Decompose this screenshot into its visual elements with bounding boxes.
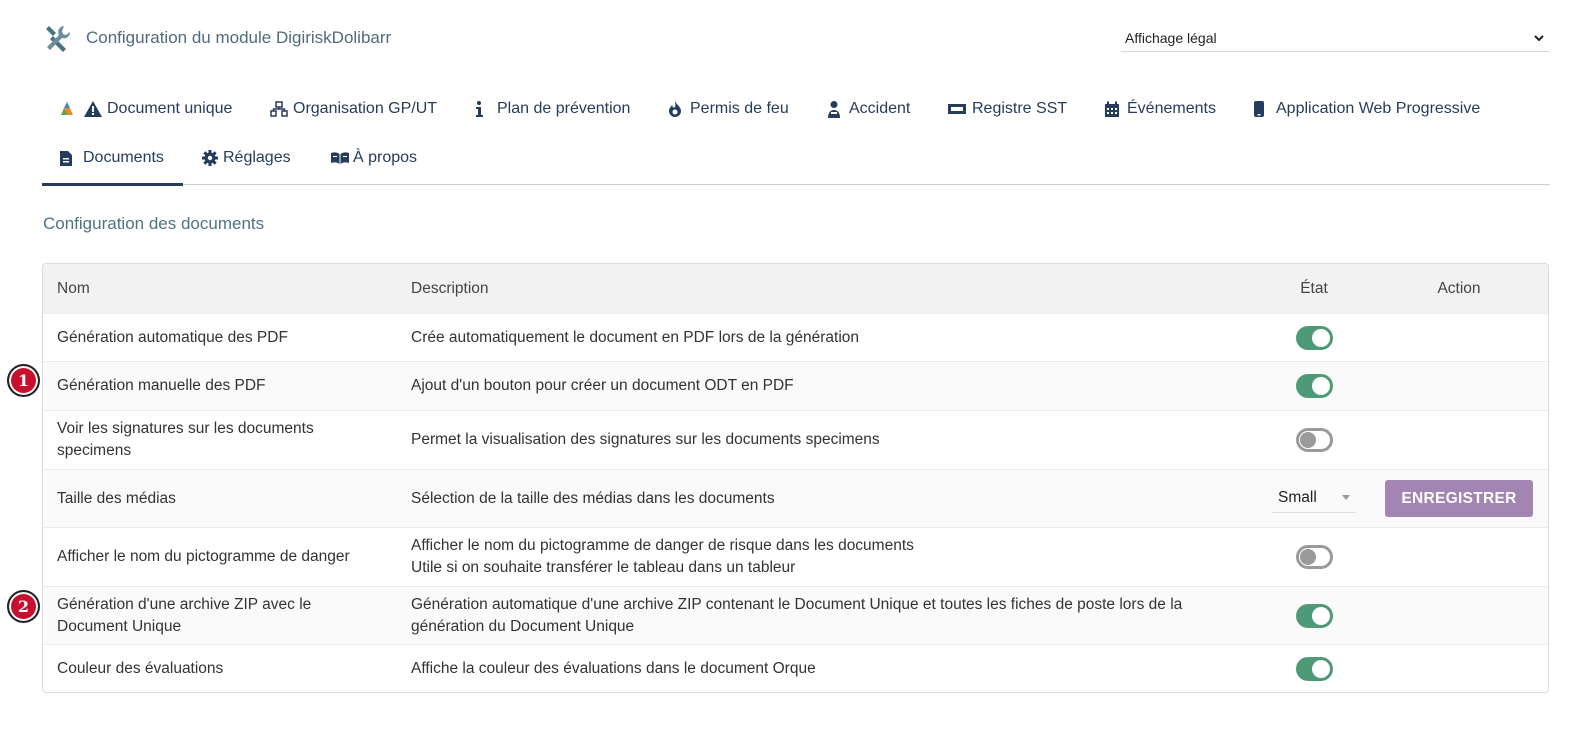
- tab-organisation[interactable]: Organisation GP/UT: [270, 95, 437, 123]
- annotation-marker-1: 1: [7, 364, 40, 397]
- row-description: Affiche la couleur des évaluations dans …: [411, 660, 816, 677]
- tab-label: Réglages: [223, 149, 291, 166]
- row-description-line2: Utile si on souhaite transférer le table…: [411, 559, 796, 576]
- row-state: [1278, 411, 1350, 469]
- tab-label: Document unique: [107, 100, 233, 117]
- tab-evenements[interactable]: Événements: [1104, 95, 1216, 123]
- calendar-icon: [1105, 101, 1119, 117]
- toggle-manual-pdf[interactable]: [1295, 374, 1333, 398]
- media-size-select[interactable]: Small: [1272, 483, 1356, 513]
- documents-config-table: Nom Description État Action Génération a…: [42, 263, 1549, 693]
- tab-reglages[interactable]: Réglages: [202, 144, 291, 172]
- book-icon: [331, 152, 349, 164]
- display-mode-value: Affichage légal: [1125, 29, 1217, 46]
- row-name: Génération automatique des PDF: [57, 328, 288, 346]
- row-description: Ajout d'un bouton pour créer un document…: [411, 377, 794, 394]
- row-name: Génération manuelle des PDF: [57, 377, 266, 394]
- row-state: [1278, 587, 1350, 644]
- header-description: Description: [411, 279, 489, 297]
- sitemap-icon: [270, 101, 288, 117]
- fire-icon: [669, 101, 681, 117]
- chevron-down-icon: [1534, 34, 1544, 41]
- tab-label: Accident: [849, 100, 911, 117]
- tab-label: Application Web Progressive: [1276, 100, 1481, 117]
- row-state: [1278, 645, 1350, 692]
- tab-label: Plan de prévention: [497, 100, 631, 117]
- tab-plan-prevention[interactable]: Plan de prévention: [472, 95, 630, 123]
- row-state: [1278, 362, 1350, 410]
- header-action: Action: [1437, 279, 1481, 297]
- row-description: Génération automatique d'une archive ZIP…: [411, 595, 1183, 635]
- section-title: Configuration des documents: [43, 214, 265, 233]
- row-name: Couleur des évaluations: [57, 660, 224, 677]
- tab-registre-sst[interactable]: Registre SST: [947, 95, 1067, 123]
- row-description: Crée automatiquement le document en PDF …: [411, 328, 860, 346]
- triangle-warning-icon: [61, 101, 102, 117]
- annotation-marker-2: 2: [7, 590, 40, 623]
- tab-label: Permis de feu: [690, 100, 789, 117]
- table-row: Génération automatique des PDF Crée auto…: [43, 313, 1548, 361]
- row-state: [1278, 528, 1350, 586]
- file-icon: [60, 150, 72, 166]
- tab-label: À propos: [353, 149, 418, 166]
- page-header: Configuration du module DigiriskDolibarr: [42, 22, 391, 54]
- tab-documents[interactable]: Documents: [42, 144, 183, 186]
- gear-icon: [202, 150, 218, 166]
- row-description-line1: Afficher le nom du pictogramme de danger…: [411, 537, 914, 554]
- save-button[interactable]: ENREGISTRER: [1385, 480, 1533, 517]
- toggle-pictogram-name[interactable]: [1295, 545, 1333, 569]
- table-row: Taille des médias Sélection de la taille…: [43, 469, 1548, 527]
- row-name: Voir les signatures sur les documents sp…: [57, 420, 314, 459]
- row-state: [1278, 314, 1350, 361]
- row-description: Afficher le nom du pictogramme de danger…: [411, 528, 1231, 586]
- caret-down-icon: [1342, 495, 1350, 500]
- row-description: Permet la visualisation des signatures s…: [411, 431, 880, 448]
- tab-accident[interactable]: Accident: [826, 95, 910, 123]
- row-description: Sélection de la taille des médias dans l…: [411, 489, 775, 507]
- tab-document-unique[interactable]: Document unique: [58, 95, 232, 123]
- row-name: Afficher le nom du pictogramme de danger: [57, 548, 350, 565]
- page-title: Configuration du module DigiriskDolibarr: [86, 28, 392, 47]
- toggle-auto-pdf[interactable]: [1295, 325, 1333, 350]
- header-nom: Nom: [57, 279, 90, 297]
- tools-icon: [46, 26, 71, 52]
- ticket-icon: [948, 104, 966, 114]
- table-row: Génération manuelle des PDF Ajout d'un b…: [43, 361, 1548, 410]
- mobile-icon: [1254, 101, 1264, 117]
- table-row: Couleur des évaluations Affiche la coule…: [43, 644, 1548, 692]
- tab-label: Organisation GP/UT: [293, 100, 438, 117]
- tab-label: Documents: [83, 149, 164, 166]
- row-name: Taille des médias: [57, 489, 176, 507]
- tab-bar: Document unique Organisation GP/UT Plan …: [42, 88, 1550, 186]
- tab-permis-feu[interactable]: Permis de feu: [667, 95, 789, 123]
- table-row: Génération d'une archive ZIP avec le Doc…: [43, 586, 1548, 644]
- table-row: Voir les signatures sur les documents sp…: [43, 410, 1548, 469]
- row-name: Génération d'une archive ZIP avec le Doc…: [57, 595, 312, 635]
- table-row: Afficher le nom du pictogramme de danger…: [43, 527, 1548, 586]
- user-injured-icon: [828, 101, 840, 118]
- display-mode-select[interactable]: Affichage légal: [1121, 24, 1549, 52]
- info-icon: [476, 101, 483, 117]
- tab-label: Registre SST: [972, 100, 1068, 117]
- header-etat: État: [1300, 279, 1328, 297]
- table-header: Nom Description État Action: [43, 264, 1548, 313]
- tab-label: Événements: [1127, 100, 1216, 117]
- toggle-zip-archive[interactable]: [1295, 603, 1333, 628]
- toggle-signatures[interactable]: [1295, 428, 1333, 452]
- tab-a-propos[interactable]: À propos: [330, 144, 417, 172]
- media-size-value: Small: [1278, 488, 1317, 506]
- tab-pwa[interactable]: Application Web Progressive: [1252, 95, 1480, 123]
- toggle-evaluation-color[interactable]: [1295, 657, 1333, 681]
